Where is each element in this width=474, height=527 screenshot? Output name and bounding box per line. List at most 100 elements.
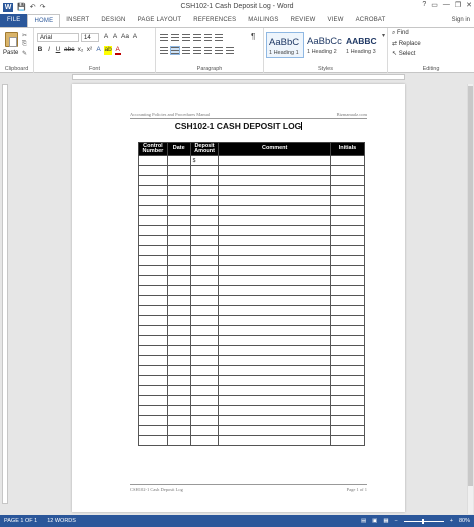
table-cell[interactable]: [329, 315, 366, 326]
table-cell[interactable]: [189, 345, 220, 356]
table-cell[interactable]: [166, 325, 191, 336]
vertical-scrollbar[interactable]: [467, 84, 473, 514]
table-cell[interactable]: [189, 425, 220, 436]
help-icon[interactable]: ?: [422, 1, 426, 9]
font-size-select[interactable]: 14: [81, 33, 99, 42]
paste-button[interactable]: Paste: [3, 50, 18, 56]
grow-font-icon[interactable]: A: [103, 33, 109, 40]
replace-button[interactable]: ⇄ Replace: [392, 40, 421, 47]
font-name-select[interactable]: Arial: [37, 33, 79, 42]
table-cell[interactable]: [189, 305, 220, 316]
table-cell[interactable]: [329, 185, 366, 196]
table-cell[interactable]: [138, 325, 168, 336]
tab-page-layout[interactable]: PAGE LAYOUT: [132, 14, 188, 27]
table-cell[interactable]: [218, 165, 331, 176]
table-cell[interactable]: [218, 405, 331, 416]
table-cell[interactable]: [329, 275, 366, 286]
shading-icon[interactable]: [215, 47, 223, 54]
table-cell[interactable]: [218, 415, 331, 426]
table-cell[interactable]: [138, 405, 168, 416]
subscript-button[interactable]: x₂: [77, 46, 84, 55]
table-cell[interactable]: [138, 275, 168, 286]
table-cell[interactable]: [189, 245, 220, 256]
tab-home[interactable]: HOME: [27, 14, 61, 27]
table-cell[interactable]: [189, 335, 220, 346]
align-right-icon[interactable]: [182, 47, 190, 54]
highlight-button[interactable]: ab: [104, 46, 112, 55]
zoom-out-icon[interactable]: −: [395, 518, 398, 524]
table-cell[interactable]: [166, 375, 191, 386]
table-cell[interactable]: [329, 355, 366, 366]
table-cell[interactable]: [138, 395, 168, 406]
table-cell[interactable]: [166, 245, 191, 256]
table-cell[interactable]: [218, 285, 331, 296]
table-cell[interactable]: [329, 365, 366, 376]
style-heading-3[interactable]: AABBC 1 Heading 3: [344, 32, 382, 58]
table-cell[interactable]: [189, 265, 220, 276]
table-cell[interactable]: [218, 175, 331, 186]
text-effects-button[interactable]: A: [95, 46, 101, 55]
vertical-ruler[interactable]: [2, 84, 8, 504]
table-cell[interactable]: [166, 195, 191, 206]
zoom-knob[interactable]: [421, 518, 424, 524]
clear-format-icon[interactable]: A: [132, 33, 138, 40]
table-cell[interactable]: [166, 235, 191, 246]
table-cell[interactable]: [329, 305, 366, 316]
table-cell[interactable]: [329, 165, 366, 176]
table-cell[interactable]: [166, 255, 191, 266]
style-heading-1[interactable]: AaBbC 1 Heading 1: [266, 32, 304, 58]
redo-icon[interactable]: ↷: [40, 3, 46, 11]
style-heading-2[interactable]: AaBbCc 1 Heading 2: [305, 32, 343, 58]
table-cell[interactable]: [329, 415, 366, 426]
table-cell[interactable]: [189, 275, 220, 286]
table-cell[interactable]: [218, 235, 331, 246]
table-cell[interactable]: [329, 265, 366, 276]
table-cell[interactable]: [218, 355, 331, 366]
table-cell[interactable]: [218, 295, 331, 306]
table-cell[interactable]: [166, 425, 191, 436]
table-cell[interactable]: [329, 375, 366, 386]
table-cell[interactable]: [189, 255, 220, 266]
table-cell[interactable]: [138, 415, 168, 426]
table-cell[interactable]: [189, 205, 220, 216]
undo-icon[interactable]: ↶: [30, 3, 36, 11]
table-cell[interactable]: [329, 295, 366, 306]
table-cell[interactable]: [166, 285, 191, 296]
table-cell[interactable]: [218, 315, 331, 326]
table-cell[interactable]: $: [189, 155, 220, 166]
table-cell[interactable]: [189, 365, 220, 376]
table-cell[interactable]: [329, 235, 366, 246]
table-cell[interactable]: [329, 215, 366, 226]
table-cell[interactable]: [189, 385, 220, 396]
table-cell[interactable]: [189, 195, 220, 206]
table-cell[interactable]: [218, 265, 331, 276]
underline-button[interactable]: U: [55, 46, 61, 55]
select-button[interactable]: ↖ Select: [392, 50, 415, 57]
italic-button[interactable]: I: [46, 46, 52, 55]
copy-icon[interactable]: ⎘: [22, 41, 27, 48]
table-cell[interactable]: [138, 185, 168, 196]
table-cell[interactable]: [329, 405, 366, 416]
tab-references[interactable]: REFERENCES: [187, 14, 242, 27]
table-cell[interactable]: [166, 215, 191, 226]
zoom-level[interactable]: 80%: [459, 518, 470, 524]
table-cell[interactable]: [218, 375, 331, 386]
zoom-in-icon[interactable]: +: [450, 518, 453, 524]
restore-icon[interactable]: ❐: [455, 1, 461, 9]
table-cell[interactable]: [138, 175, 168, 186]
table-cell[interactable]: [329, 245, 366, 256]
justify-icon[interactable]: [193, 47, 201, 54]
table-cell[interactable]: [329, 335, 366, 346]
table-cell[interactable]: [218, 245, 331, 256]
table-cell[interactable]: [329, 425, 366, 436]
zoom-slider[interactable]: [403, 518, 444, 524]
table-cell[interactable]: [329, 385, 366, 396]
read-mode-icon[interactable]: ▤: [361, 518, 366, 524]
find-button[interactable]: ⌕ Find: [392, 30, 409, 37]
save-icon[interactable]: 💾: [17, 3, 26, 11]
table-cell[interactable]: [166, 415, 191, 426]
table-cell[interactable]: [166, 345, 191, 356]
table-cell[interactable]: [218, 435, 331, 446]
table-cell[interactable]: [138, 235, 168, 246]
table-cell[interactable]: [189, 375, 220, 386]
